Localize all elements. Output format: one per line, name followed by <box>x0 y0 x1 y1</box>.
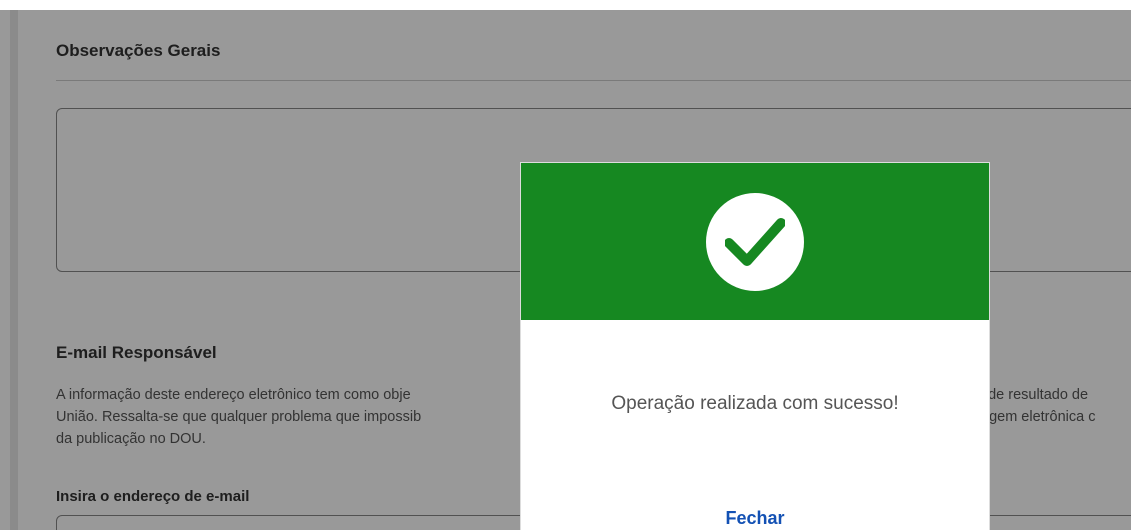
page: Observações Gerais E-mail Responsável A … <box>0 0 1131 530</box>
success-modal: Operação realizada com sucesso! Fechar <box>520 162 990 530</box>
check-icon <box>706 193 804 291</box>
close-button[interactable]: Fechar <box>521 508 989 529</box>
modal-header <box>521 163 989 320</box>
modal-message: Operação realizada com sucesso! <box>611 393 899 414</box>
top-strip <box>0 0 1131 10</box>
